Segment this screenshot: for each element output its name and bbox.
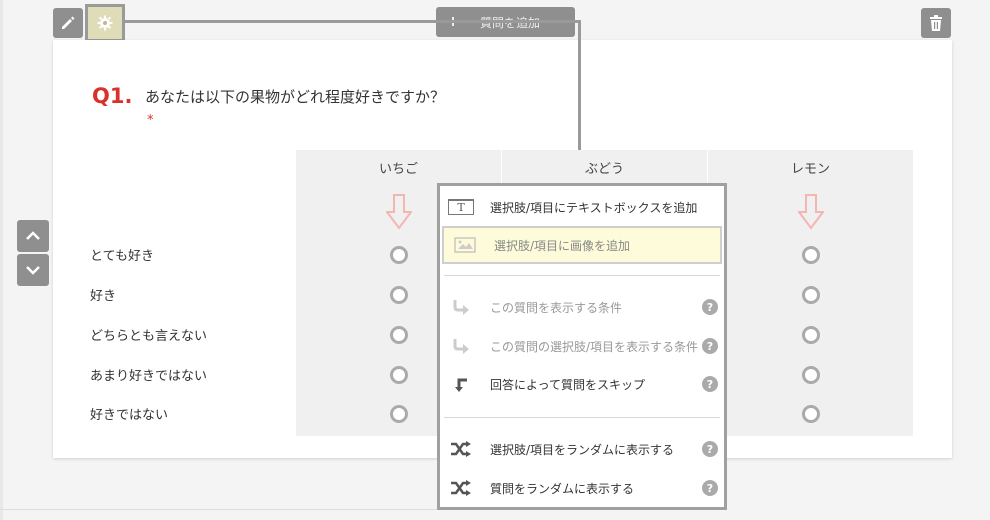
row-label: どちらとも言えない — [90, 329, 208, 344]
image-icon — [444, 237, 486, 253]
shuffle-icon — [440, 480, 482, 496]
menu-item-randomize-choices[interactable]: 選択肢/項目をランダムに表示する ? — [440, 431, 724, 467]
menu-item-choice-display-condition[interactable]: この質問の選択肢/項目を表示する条件 ? — [440, 328, 724, 364]
menu-separator — [444, 275, 720, 276]
question-number: Q1. — [92, 84, 133, 108]
menu-item-add-textbox[interactable]: T 選択肢/項目にテキストボックスを追加 — [440, 189, 724, 225]
menu-item-randomize-questions[interactable]: 質問をランダムに表示する ? — [440, 470, 724, 506]
move-down-button[interactable] — [17, 254, 49, 286]
branch-arrow-icon — [440, 338, 482, 354]
edit-button[interactable] — [53, 8, 83, 38]
settings-menu: T 選択肢/項目にテキストボックスを追加 選択肢/項目に画像を追加 この質問を表… — [437, 183, 727, 510]
radio-button[interactable] — [390, 405, 408, 423]
down-arrow-icon — [708, 194, 913, 230]
trash-icon — [930, 15, 942, 31]
menu-item-skip-logic[interactable]: 回答によって質問をスキップ ? — [440, 366, 724, 402]
gear-icon — [97, 15, 113, 31]
help-icon[interactable]: ? — [702, 480, 718, 496]
pencil-icon — [62, 16, 75, 29]
radio-button[interactable] — [802, 366, 820, 384]
chevron-down-icon — [26, 266, 40, 275]
menu-item-add-image[interactable]: 選択肢/項目に画像を追加 — [442, 226, 722, 264]
move-up-button[interactable] — [17, 220, 49, 252]
left-edge-strip — [0, 0, 3, 520]
required-mark: * — [147, 113, 154, 128]
radio-button[interactable] — [390, 286, 408, 304]
radio-button[interactable] — [390, 246, 408, 264]
divider — [0, 509, 437, 510]
menu-separator — [444, 417, 720, 418]
help-icon[interactable]: ? — [702, 376, 718, 392]
textbox-icon: T — [440, 199, 482, 215]
menu-item-display-condition[interactable]: この質問を表示する条件 ? — [440, 289, 724, 325]
help-icon[interactable]: ? — [702, 299, 718, 315]
radio-button[interactable] — [390, 326, 408, 344]
shuffle-icon — [440, 441, 482, 457]
question-text[interactable]: あなたは以下の果物がどれ程度好きですか？ — [145, 86, 445, 107]
radio-button[interactable] — [390, 366, 408, 384]
radio-button[interactable] — [802, 246, 820, 264]
column-header: ぶどう — [584, 162, 624, 177]
column-header: いちご — [378, 162, 418, 177]
delete-button[interactable] — [921, 8, 951, 38]
row-label: とても好き — [90, 249, 154, 264]
help-icon[interactable]: ? — [702, 441, 718, 457]
radio-button[interactable] — [802, 405, 820, 423]
radio-button[interactable] — [802, 326, 820, 344]
menu-connector-line — [125, 20, 581, 23]
settings-button[interactable] — [85, 4, 125, 42]
row-label: 好きではない — [90, 408, 169, 423]
column-header: レモン — [790, 162, 830, 177]
chevron-up-icon — [26, 231, 40, 240]
skip-arrow-icon — [440, 376, 482, 392]
help-icon[interactable]: ? — [702, 338, 718, 354]
row-label: 好き — [90, 289, 117, 304]
branch-arrow-icon — [440, 299, 482, 315]
radio-button[interactable] — [802, 286, 820, 304]
row-label: あまり好きではない — [90, 369, 208, 384]
